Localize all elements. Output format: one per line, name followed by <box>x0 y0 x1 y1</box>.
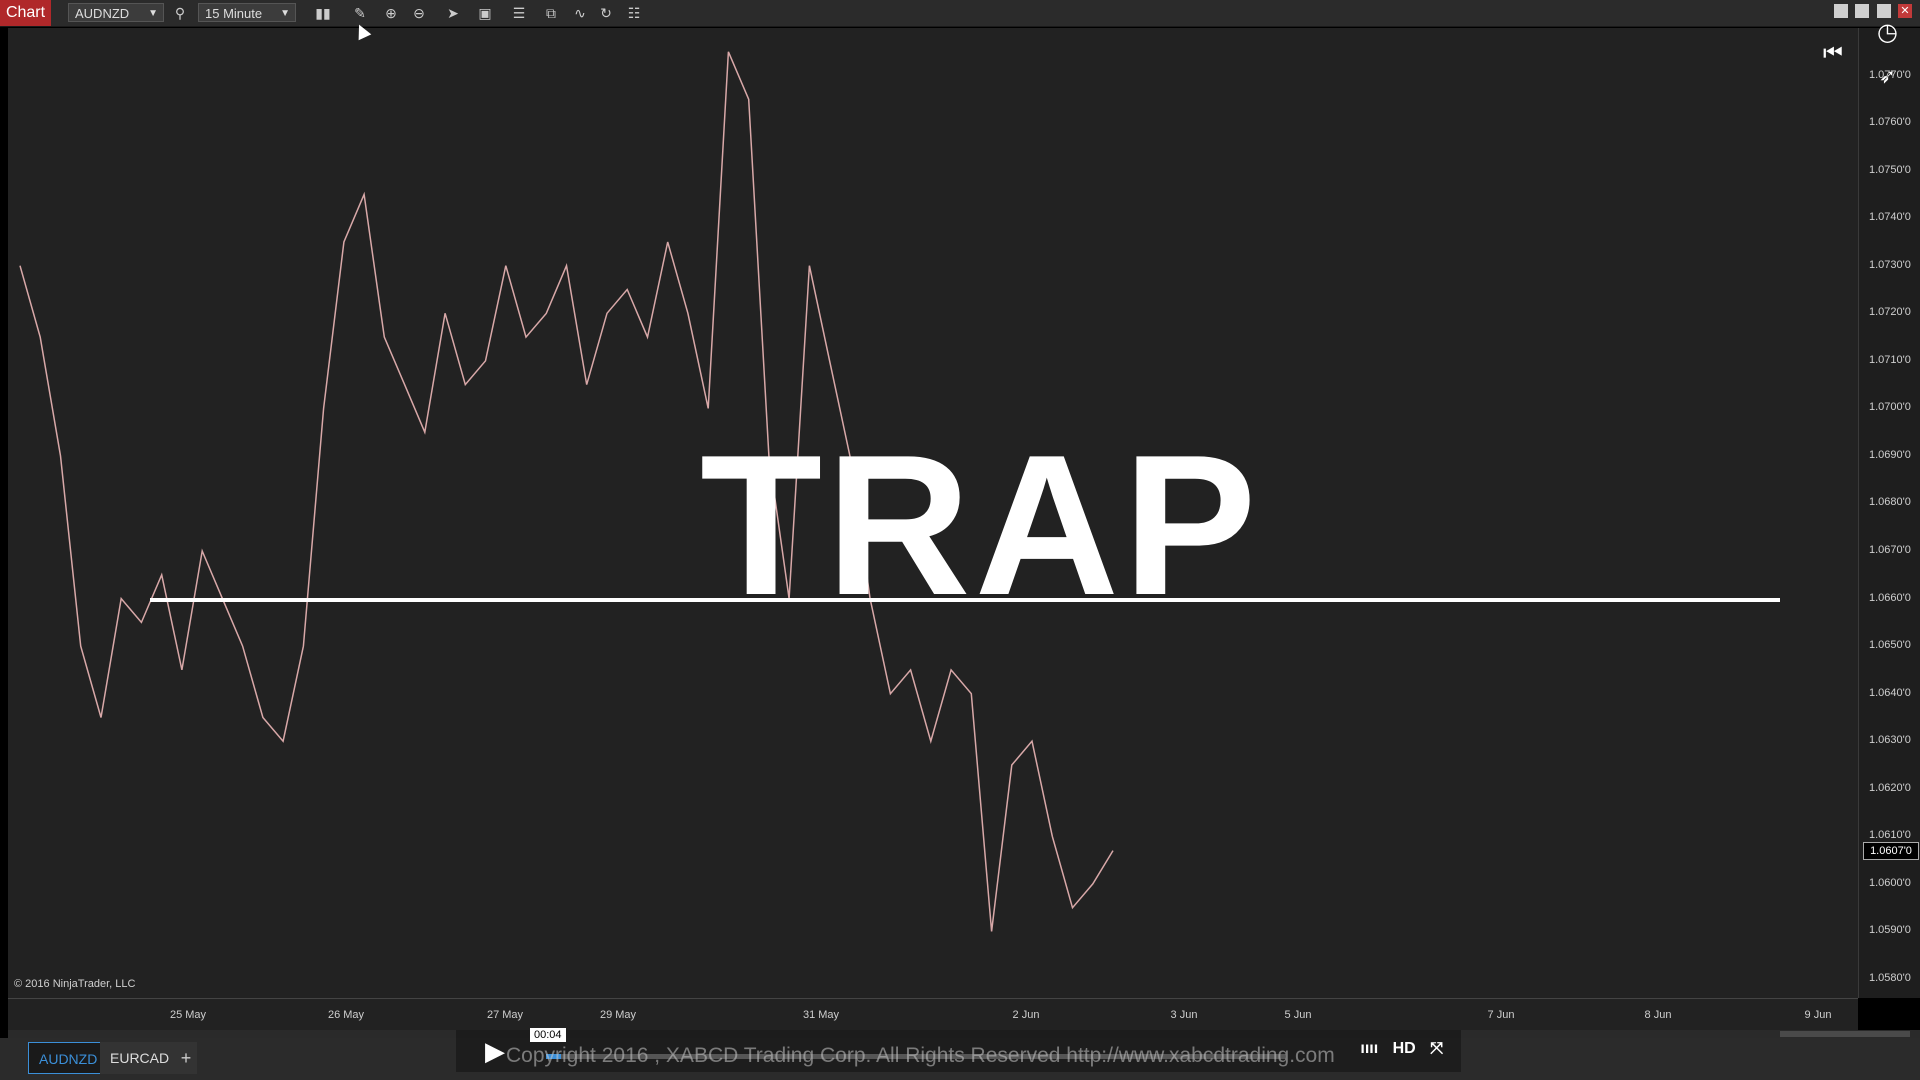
price-tick: 1.0710'0 <box>1869 353 1911 366</box>
video-controls: ıııı HD ⤧ <box>1350 1040 1443 1058</box>
tab-eurcad[interactable]: EURCAD <box>100 1042 180 1074</box>
date-tick: 5 Jun <box>1284 1009 1312 1021</box>
price-tick: 1.0680'0 <box>1869 496 1911 509</box>
close-icon[interactable]: ✕ <box>1898 4 1912 18</box>
date-tick: 2 Jun <box>1012 1009 1040 1021</box>
price-tick: 1.0660'0 <box>1869 591 1911 604</box>
pointer-icon[interactable]: ➤ <box>443 3 463 23</box>
chart-window-label[interactable]: Chart <box>0 0 51 26</box>
scroll-thumb[interactable] <box>1780 1031 1910 1037</box>
tile-icon[interactable] <box>1833 4 1848 18</box>
trap-overlay-text: TRAP <box>700 414 1261 637</box>
pencil-icon[interactable]: ✎ <box>350 3 370 23</box>
price-tick: 1.0630'0 <box>1869 734 1911 747</box>
time-axis: 25 May 26 May 27 May 29 May 31 May 2 Jun 3 Jun… <box>8 998 1858 1031</box>
date-tick: 26 May <box>327 1009 365 1021</box>
video-time: 00:04 <box>530 1028 566 1042</box>
interval-selector[interactable]: 15 Minute ▼ <box>198 3 296 22</box>
volume-icon[interactable]: ıııı <box>1360 1040 1378 1057</box>
maximize-icon[interactable] <box>1876 4 1891 18</box>
data-box-icon[interactable]: ▣ <box>475 3 495 23</box>
last-price-marker: 1.0607'0 <box>1863 841 1919 860</box>
window-controls: ✕ <box>1831 4 1912 22</box>
price-tick: 1.0750'0 <box>1869 163 1911 176</box>
date-tick: 31 May <box>802 1009 840 1021</box>
zoom-out-icon[interactable]: ⊖ <box>409 3 429 23</box>
chevron-down-icon: ▼ <box>148 8 158 19</box>
price-tick: 1.0730'0 <box>1869 258 1911 271</box>
add-tab-button[interactable]: + <box>175 1042 197 1074</box>
price-tick: 1.0590'0 <box>1869 924 1911 937</box>
price-tick: 1.0720'0 <box>1869 306 1911 319</box>
instrument-selector[interactable]: AUDNZD ▼ <box>68 3 164 22</box>
minimize-icon[interactable] <box>1855 4 1870 18</box>
price-tick: 1.0740'0 <box>1869 211 1911 224</box>
drawing-tools-icon[interactable]: ∿ <box>570 3 590 23</box>
bar-style-icon[interactable]: ▮▮ <box>313 3 333 23</box>
price-tick: 1.0690'0 <box>1869 448 1911 461</box>
date-tick: 7 Jun <box>1487 1009 1515 1021</box>
price-tick: 1.0760'0 <box>1869 116 1911 129</box>
video-player-bar: ▶ 00:04 Copyright 2016 , XABCD Trading C… <box>456 1028 1461 1072</box>
date-tick: 29 May <box>599 1009 637 1021</box>
refresh-icon[interactable]: ↻ <box>596 3 616 23</box>
price-tick: 1.0670'0 <box>1869 544 1911 557</box>
date-tick: 3 Jun <box>1170 1009 1198 1021</box>
properties-list-icon[interactable]: ☷ <box>624 3 644 23</box>
date-tick: 25 May <box>169 1009 207 1021</box>
interval-value: 15 Minute <box>205 6 263 21</box>
date-tick: 9 Jun <box>1804 1009 1832 1021</box>
price-tick: 1.0770'0 <box>1869 68 1911 81</box>
price-tick: 1.0620'0 <box>1869 781 1911 794</box>
hd-label[interactable]: HD <box>1393 1040 1416 1057</box>
price-tick: 1.0640'0 <box>1869 686 1911 699</box>
date-tick: 27 May <box>486 1009 524 1021</box>
tab-audnzd[interactable]: AUDNZD <box>28 1042 109 1074</box>
fullscreen-icon[interactable]: ⤧ <box>1430 1040 1443 1057</box>
price-tick: 1.0610'0 <box>1869 829 1911 842</box>
zoom-in-icon[interactable]: ⊕ <box>381 3 401 23</box>
price-tick: 1.0600'0 <box>1869 876 1911 889</box>
price-tick: 1.0580'0 <box>1869 971 1911 984</box>
chart-toolbar: Chart AUDNZD ▼ ⚲ 15 Minute ▼ ▮▮ ✎ ⊕ ⊖ ➤ … <box>0 0 1920 27</box>
clock-icon[interactable]: ◷ <box>1877 18 1898 47</box>
date-tick: 8 Jun <box>1644 1009 1672 1021</box>
copyright-notice: © 2016 NinjaTrader, LLC <box>14 978 136 990</box>
price-tick: 1.0700'0 <box>1869 401 1911 414</box>
indicators-icon[interactable]: ☰ <box>509 3 529 23</box>
instrument-value: AUDNZD <box>75 6 130 21</box>
price-axis: ◷ ➶ 1.0580'0 1.0590'0 1.0600'0 1.0610'0 1.06… <box>1858 19 1920 998</box>
price-tick: 1.0650'0 <box>1869 639 1911 652</box>
chevron-down-icon: ▼ <box>280 8 290 19</box>
strategies-icon[interactable]: ⧉ <box>541 3 561 23</box>
skip-back-icon[interactable]: ⏮ <box>1823 40 1843 66</box>
video-caption: Copyright 2016 , XABCD Trading Corp. All… <box>506 1044 1335 1067</box>
search-icon[interactable]: ⚲ <box>170 3 190 23</box>
